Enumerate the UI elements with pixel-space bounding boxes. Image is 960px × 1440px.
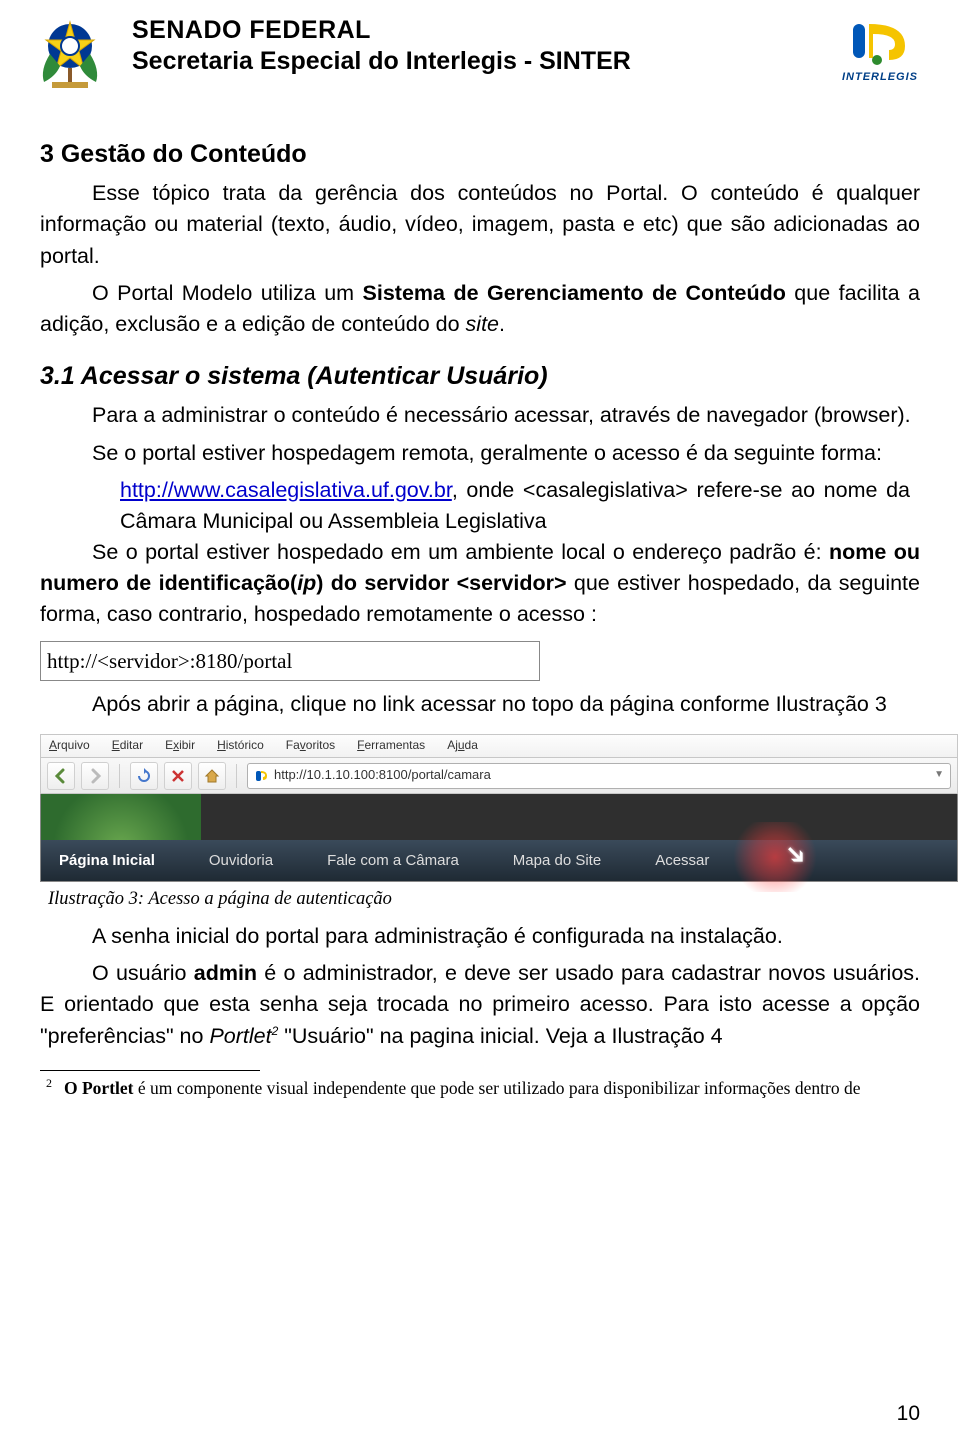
nav-pagina-inicial[interactable]: Página Inicial [59, 850, 155, 872]
stop-button[interactable] [164, 762, 192, 790]
menu-ajuda[interactable]: Ajuda [447, 737, 478, 754]
header-line-2: Secretaria Especial do Interlegis - SINT… [132, 47, 631, 76]
bold-text: Sistema de Gerenciamento de Conteúdo [363, 281, 786, 305]
brazil-coat-of-arms-icon [20, 10, 120, 90]
nav-ouvidoria[interactable]: Ouvidoria [209, 850, 273, 872]
header-line-1: SENADO FEDERAL [132, 16, 631, 45]
home-button[interactable] [198, 762, 226, 790]
paragraph: Se o portal estiver hospedagem remota, g… [40, 438, 920, 469]
footnote-text: é um componente visual independente que … [133, 1078, 860, 1098]
menu-favoritos[interactable]: Favoritos [286, 737, 335, 754]
heading-3: 3 Gestão do Conteúdo [40, 136, 920, 172]
text: O usuário [92, 961, 194, 985]
paragraph: Para a administrar o conteúdo é necessár… [40, 400, 920, 431]
paragraph: A senha inicial do portal para administr… [40, 921, 920, 952]
interlegis-logo: INTERLEGIS [820, 10, 940, 83]
paragraph: O usuário admin é o administrador, e dev… [40, 958, 920, 1052]
arrow-annotation-icon: ➔ [775, 834, 817, 876]
url-sub-paragraph: http://www.casalegislativa.uf.gov.br, on… [120, 475, 910, 537]
bold-italic-text: ip [297, 571, 316, 595]
interlegis-logo-text: INTERLEGIS [820, 71, 940, 83]
favicon-icon [254, 769, 268, 783]
text: "Usuário" na pagina inicial. Veja a Ilus… [278, 1024, 722, 1048]
dropdown-icon[interactable]: ▼ [934, 768, 944, 783]
menu-editar[interactable]: Editar [112, 737, 143, 754]
forward-button[interactable] [81, 762, 109, 790]
example-url-link[interactable]: http://www.casalegislativa.uf.gov.br [120, 478, 452, 502]
banner-left-graphic [41, 794, 201, 840]
address-bar[interactable]: http://10.1.10.100:8100/portal/camara ▼ [247, 763, 951, 789]
header-titles: SENADO FEDERAL Secretaria Especial do In… [132, 10, 631, 76]
footnote: 2 O Portlet é um componente visual indepe… [40, 1075, 920, 1101]
bold-text: ) do servidor <servidor> [316, 571, 566, 595]
portal-banner-stub [40, 794, 958, 840]
separator [119, 764, 120, 788]
menu-historico[interactable]: Histórico [217, 737, 264, 754]
italic-text: site [466, 312, 499, 336]
text: Se o portal estiver hospedado em um ambi… [92, 540, 829, 564]
document-header: SENADO FEDERAL Secretaria Especial do In… [20, 0, 940, 90]
nav-acessar[interactable]: Acessar [655, 850, 709, 872]
header-left: SENADO FEDERAL Secretaria Especial do In… [20, 10, 631, 90]
document-body: 3 Gestão do Conteúdo Esse tópico trata d… [20, 90, 940, 1101]
heading-3-1: 3.1 Acessar o sistema (Autenticar Usuári… [40, 358, 920, 394]
paragraph: Se o portal estiver hospedado em um ambi… [40, 537, 920, 631]
nav-fale-com-camara[interactable]: Fale com a Câmara [327, 850, 459, 872]
browser-toolbar: http://10.1.10.100:8100/portal/camara ▼ [40, 758, 958, 794]
italic-text: Portlet [209, 1024, 271, 1048]
address-text: http://10.1.10.100:8100/portal/camara [274, 766, 491, 785]
portal-navbar: Página Inicial Ouvidoria Fale com a Câma… [40, 840, 958, 882]
browser-menubar: Arquivo Editar Exibir Histórico Favorito… [40, 734, 958, 758]
banner-right-graphic [201, 794, 957, 840]
menu-exibir[interactable]: Exibir [165, 737, 195, 754]
back-button[interactable] [47, 762, 75, 790]
footnote-separator [40, 1070, 260, 1071]
footnote-number: 2 [46, 1076, 52, 1090]
text: O Portal Modelo utiliza um [92, 281, 363, 305]
footnote-bold: O Portlet [64, 1078, 133, 1098]
text: . [499, 312, 505, 336]
paragraph: Após abrir a página, clique no link aces… [40, 689, 920, 720]
reload-button[interactable] [130, 762, 158, 790]
menu-ferramentas[interactable]: Ferramentas [357, 737, 425, 754]
url-example-text: http://<servidor>:8180/portal [47, 649, 292, 673]
paragraph: O Portal Modelo utiliza um Sistema de Ge… [40, 278, 920, 340]
page-number: 10 [897, 1402, 920, 1426]
illustration-3-caption: Ilustração 3: Acesso a página de autenti… [48, 886, 920, 913]
bold-text: admin [194, 961, 257, 985]
url-example-box: http://<servidor>:8180/portal [40, 641, 540, 681]
nav-mapa-do-site[interactable]: Mapa do Site [513, 850, 601, 872]
separator [236, 764, 237, 788]
menu-arquivo[interactable]: Arquivo [49, 737, 90, 754]
paragraph: Esse tópico trata da gerência dos conteú… [40, 178, 920, 272]
illustration-3: Arquivo Editar Exibir Histórico Favorito… [40, 734, 958, 882]
